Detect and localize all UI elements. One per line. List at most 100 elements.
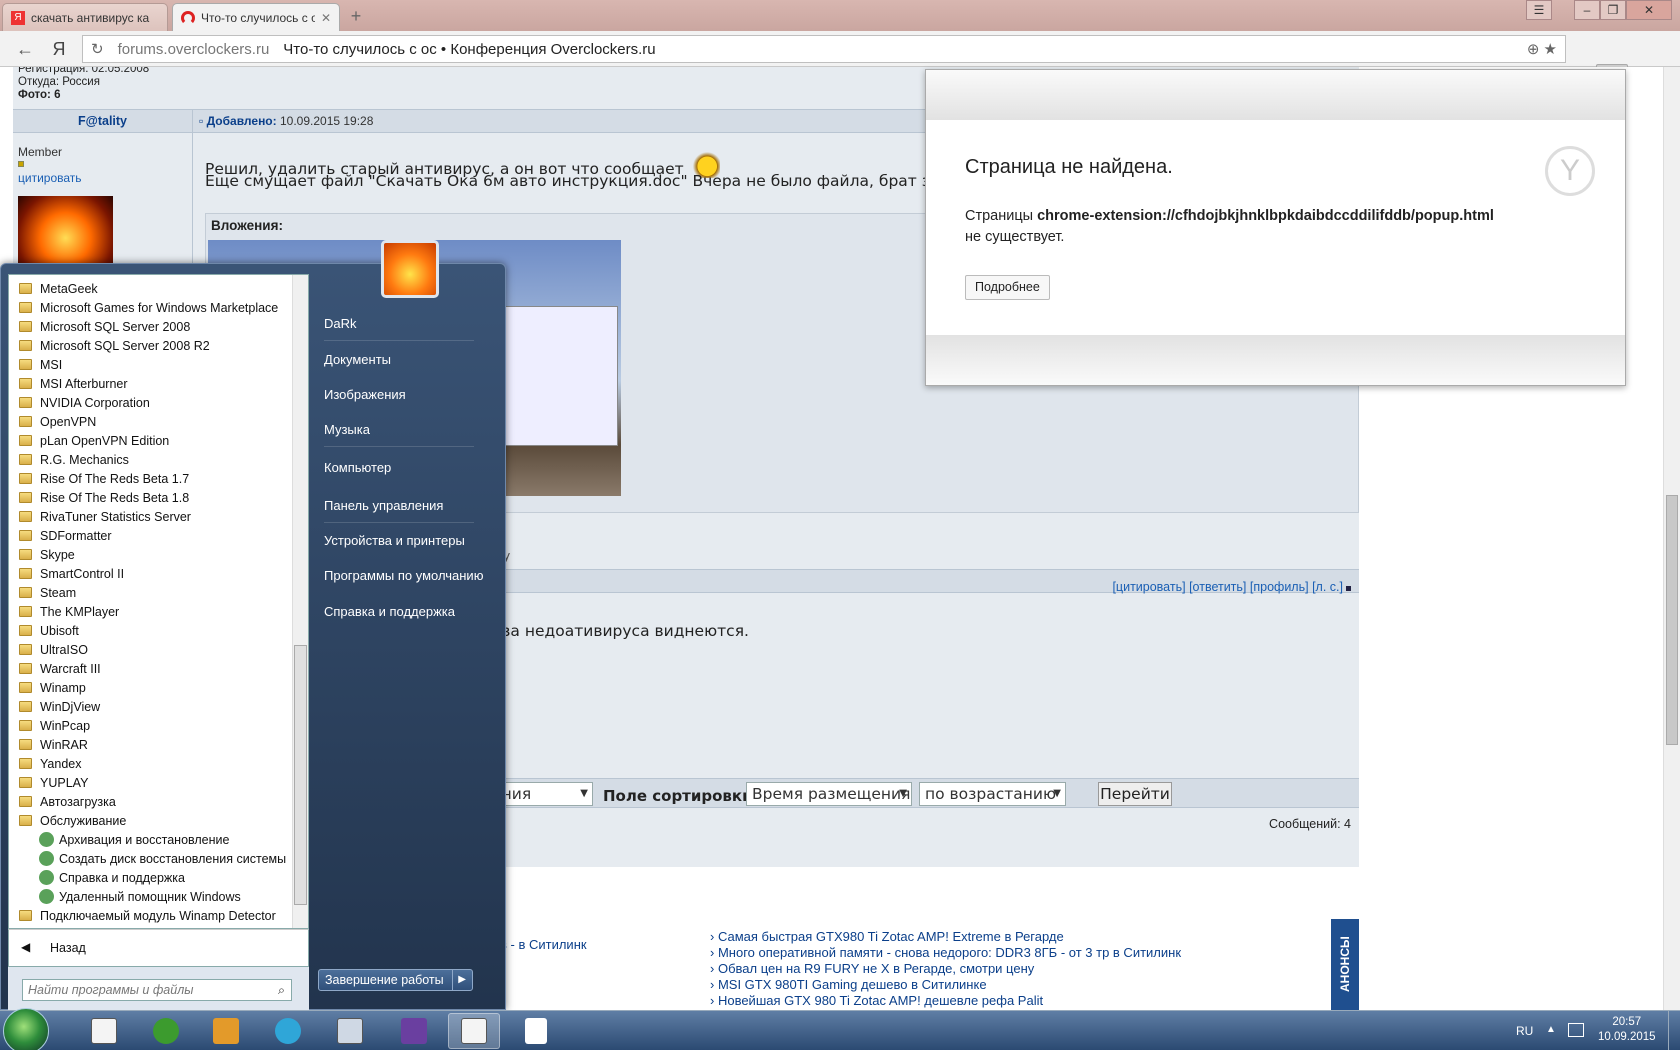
program-folder[interactable]: Обслуживание (19, 811, 126, 830)
close-window-button[interactable]: ✕ (1626, 0, 1672, 20)
start-right-item[interactable]: Программы по умолчанию (324, 568, 483, 583)
yandex-logo-icon: Y (1545, 146, 1595, 196)
program-folder[interactable]: Microsoft SQL Server 2008 (19, 317, 190, 336)
page-scrollbar[interactable] (1663, 67, 1680, 1010)
program-shortcut[interactable]: Удаленный помощник Windows (39, 887, 241, 906)
news-left-link[interactable]: в - в Ситилинк (500, 937, 587, 952)
address-bar[interactable]: ↻ forums.overclockers.ru Что-то случилос… (82, 35, 1566, 63)
program-folder[interactable]: MSI Afterburner (19, 374, 128, 393)
program-folder[interactable]: Rise Of The Reds Beta 1.7 (19, 469, 189, 488)
yandex-home-icon[interactable]: Я (46, 37, 72, 61)
program-folder[interactable]: Ubisoft (19, 621, 79, 640)
program-folder[interactable]: WinPcap (19, 716, 90, 735)
program-folder[interactable]: Skype (19, 545, 75, 564)
chevron-down-icon: ▼ (1053, 788, 1061, 799)
start-right-item[interactable]: Панель управления (324, 498, 443, 513)
scroll-thumb[interactable] (1666, 495, 1678, 745)
action-pm[interactable]: [л. с.] (1312, 580, 1343, 594)
overclockers-icon (181, 10, 195, 25)
reload-icon[interactable]: ↻ (91, 40, 104, 58)
program-folder[interactable]: Yandex (19, 754, 81, 773)
post-author[interactable]: F@tality (13, 110, 193, 132)
program-shortcut[interactable]: Архивация и восстановление (39, 830, 229, 849)
program-folder[interactable]: MetaGeek (19, 279, 98, 298)
program-folder[interactable]: YUPLAY (19, 773, 88, 792)
sort-order-select[interactable]: по возрастанию ▼ (919, 782, 1066, 806)
program-folder[interactable]: Автозагрузка (19, 792, 116, 811)
news-link[interactable]: › Самая быстрая GTX980 Ti Zotac AMP! Ext… (710, 929, 1064, 944)
start-right-item[interactable]: Компьютер (324, 460, 391, 475)
program-shortcut[interactable]: Создать диск восстановления системы (39, 849, 286, 868)
language-indicator[interactable]: RU (1516, 1024, 1533, 1038)
sort-field-select[interactable]: Время размещения ▼ (746, 782, 912, 806)
program-folder[interactable]: Rise Of The Reds Beta 1.8 (19, 488, 189, 507)
news-link[interactable]: › Обвал цен на R9 FURY не X в Регарде, с… (710, 961, 1034, 976)
start-button[interactable] (3, 1008, 49, 1050)
start-right-item[interactable]: Справка и поддержка (324, 604, 455, 619)
media-player-icon[interactable] (200, 1013, 252, 1049)
program-folder[interactable]: Warcraft III (19, 659, 101, 678)
program-folder[interactable]: Подключаемый модуль Winamp Detector (19, 906, 276, 925)
program-shortcut[interactable]: Справка и поддержка (39, 868, 185, 887)
program-folder[interactable]: OpenVPN (19, 412, 96, 431)
document-icon[interactable] (510, 1013, 562, 1049)
scroll-thumb[interactable] (294, 645, 307, 905)
tab-search[interactable]: Я скачать антивирус ка (2, 3, 168, 31)
new-tab-button[interactable]: + (344, 6, 368, 28)
start-right-item[interactable]: Устройства и принтеры (324, 533, 465, 548)
program-folder[interactable]: Microsoft Games for Windows Marketplace (19, 298, 278, 317)
start-right-item[interactable]: Изображения (324, 387, 406, 402)
program-folder[interactable]: WinDjView (19, 697, 100, 716)
program-folder[interactable]: UltraISO (19, 640, 88, 659)
programs-scrollbar[interactable] (292, 275, 308, 928)
news-link[interactable]: › Новейшая GTX 980 Ti Zotac AMP! дешевле… (710, 993, 1043, 1008)
shutdown-button[interactable]: Завершение работы ▶ (318, 969, 473, 991)
program-folder[interactable]: SDFormatter (19, 526, 112, 545)
program-folder[interactable]: MSI (19, 355, 62, 374)
program-folder[interactable]: Steam (19, 583, 76, 602)
start-right-item[interactable]: Музыка (324, 422, 370, 437)
shutdown-options-icon[interactable]: ▶ (451, 970, 472, 990)
program-folder[interactable]: The KMPlayer (19, 602, 119, 621)
program-folder[interactable]: R.G. Mechanics (19, 450, 129, 469)
program-folder[interactable]: pLan OpenVPN Edition (19, 431, 169, 450)
go-button[interactable]: Перейти (1098, 782, 1172, 806)
maximize-button[interactable]: ❐ (1600, 0, 1626, 20)
menu-button[interactable]: ☰ (1526, 0, 1552, 20)
start-right-item[interactable]: Документы (324, 352, 391, 367)
start-right-item[interactable]: DaRk (324, 316, 357, 331)
program-folder[interactable]: SmartControl II (19, 564, 124, 583)
news-link[interactable]: › Много оперативной памяти - снова недор… (710, 945, 1181, 960)
top-icon[interactable] (1346, 586, 1351, 591)
utorrent-icon[interactable] (140, 1013, 192, 1049)
show-desktop-button[interactable] (1668, 1011, 1680, 1050)
visual-studio-icon[interactable] (388, 1013, 440, 1049)
program-folder[interactable]: Microsoft SQL Server 2008 R2 (19, 336, 210, 355)
details-button[interactable]: Подробнее (965, 275, 1050, 300)
minimize-button[interactable]: – (1574, 0, 1600, 20)
action-reply[interactable]: [ответить] (1189, 580, 1246, 594)
program-folder[interactable]: NVIDIA Corporation (19, 393, 150, 412)
action-quote[interactable]: [цитировать] (1112, 580, 1185, 594)
notepad-active-icon[interactable] (448, 1013, 500, 1049)
news-link[interactable]: › MSI GTX 980TI Gaming дешево в Ситилинк… (710, 977, 987, 992)
itunes-icon[interactable] (262, 1013, 314, 1049)
tab-forum[interactable]: Что-то случилось с ос ✕ (172, 3, 340, 31)
back-button[interactable]: ◀ Назад (8, 929, 309, 967)
close-tab-icon[interactable]: ✕ (321, 11, 331, 25)
program-folder[interactable]: RivaTuner Statistics Server (19, 507, 191, 526)
program-folder[interactable]: WinRAR (19, 735, 88, 754)
back-icon[interactable]: ← (12, 37, 38, 61)
network-icon[interactable] (1568, 1023, 1584, 1037)
program-folder[interactable]: Winamp (19, 678, 86, 697)
quote-link[interactable]: цитировать (18, 171, 82, 185)
notepad-icon[interactable] (78, 1013, 130, 1049)
user-picture[interactable] (381, 240, 439, 298)
post-date: ▫ Добавлено: 10.09.2015 19:28 (199, 114, 374, 128)
action-profile[interactable]: [профиль] (1250, 580, 1309, 594)
tray-expand-icon[interactable]: ▲ (1546, 1024, 1556, 1035)
clock[interactable]: 20:57 10.09.2015 (1598, 1015, 1656, 1045)
zoom-star-icons[interactable]: ⊕ ★ (1527, 40, 1557, 58)
search-input[interactable]: Найти программы и файлы ⌕ (22, 979, 292, 1001)
calculator-icon[interactable] (324, 1013, 376, 1049)
